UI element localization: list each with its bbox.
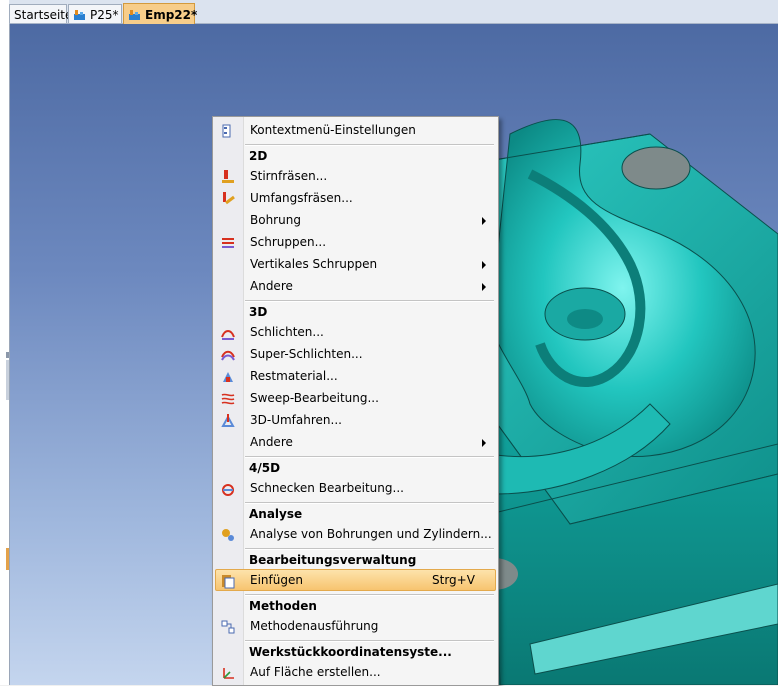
menu-item-label: Schruppen... bbox=[250, 235, 327, 249]
roughing-icon bbox=[220, 235, 236, 251]
menu-separator bbox=[245, 548, 494, 550]
menu-item-umfangsfraesen[interactable]: Umfangsfräsen... bbox=[215, 187, 496, 209]
menu-item-einfuegen[interactable]: Einfügen Strg+V bbox=[215, 569, 496, 591]
menu-item-label: Stirnfräsen... bbox=[250, 169, 328, 183]
menu-item-auf-flaeche-erstellen[interactable]: Auf Fläche erstellen... bbox=[215, 661, 496, 683]
menu-section-methoden: Methoden bbox=[249, 599, 317, 613]
super-finishing-icon bbox=[220, 347, 236, 363]
tab-startseite[interactable]: Startseite bbox=[9, 4, 72, 23]
menu-item-label: Sweep-Bearbeitung... bbox=[250, 391, 379, 405]
menu-item-label: 3D-Umfahren... bbox=[250, 413, 342, 427]
document-tab-bar: Startseite P25* Emp22* bbox=[9, 0, 778, 24]
menu-item-schnecken-bearbeitung[interactable]: Schnecken Bearbeitung... bbox=[215, 477, 496, 499]
menu-item-shortcut: Strg+V bbox=[432, 573, 475, 587]
contour-milling-icon bbox=[220, 191, 236, 207]
menu-item-label: Einfügen bbox=[250, 573, 303, 587]
submenu-arrow-icon bbox=[482, 217, 486, 225]
submenu-arrow-icon bbox=[482, 283, 486, 291]
menu-separator bbox=[245, 640, 494, 642]
menu-item-3d-umfahren[interactable]: 3D-Umfahren... bbox=[215, 409, 496, 431]
part-icon bbox=[73, 9, 87, 21]
menu-item-schruppen[interactable]: Schruppen... bbox=[215, 231, 496, 253]
panel-tab-mark[interactable] bbox=[6, 548, 9, 570]
sweep-icon bbox=[220, 391, 236, 407]
menu-section-werkstueckkoordinatensystem: Werkstückkoordinatensyste... bbox=[249, 645, 452, 659]
menu-item-label: Auf Fläche erstellen... bbox=[250, 665, 381, 679]
tab-p25[interactable]: P25* bbox=[68, 4, 122, 23]
menu-separator bbox=[245, 456, 494, 458]
menu-item-methodenausfuehrung[interactable]: Methodenausführung bbox=[215, 615, 496, 637]
menu-item-label: Bohrung bbox=[250, 213, 301, 227]
3d-contour-icon bbox=[220, 413, 236, 429]
part-icon bbox=[128, 9, 142, 21]
face-milling-icon bbox=[220, 169, 236, 185]
menu-item-label: Vertikales Schruppen bbox=[250, 257, 378, 271]
menu-item-restmaterial[interactable]: Restmaterial... bbox=[215, 365, 496, 387]
menu-item-andere-2d[interactable]: Andere bbox=[215, 275, 496, 297]
settings-checklist-icon bbox=[220, 123, 236, 139]
submenu-arrow-icon bbox=[482, 261, 486, 269]
menu-section-bearbeitungsverwaltung: Bearbeitungsverwaltung bbox=[249, 553, 417, 567]
menu-item-label: Kontextmenü-Einstellungen bbox=[250, 123, 416, 137]
menu-item-bohrung[interactable]: Bohrung bbox=[215, 209, 496, 231]
left-panel-strip bbox=[0, 0, 10, 685]
menu-item-schlichten[interactable]: Schlichten... bbox=[215, 321, 496, 343]
panel-splitter-mark[interactable] bbox=[6, 360, 9, 400]
menu-section-2d: 2D bbox=[249, 149, 268, 163]
menu-item-label: Analyse von Bohrungen und Zylindern... bbox=[250, 527, 492, 541]
menu-item-stirnfraesen[interactable]: Stirnfräsen... bbox=[215, 165, 496, 187]
finishing-icon bbox=[220, 325, 236, 341]
menu-item-label: Super-Schlichten... bbox=[250, 347, 363, 361]
menu-item-andere-3d[interactable]: Andere bbox=[215, 431, 496, 453]
menu-separator bbox=[245, 502, 494, 504]
menu-item-kontextmenu-einstellungen[interactable]: Kontextmenü-Einstellungen bbox=[215, 119, 496, 141]
menu-item-label: Restmaterial... bbox=[250, 369, 338, 383]
panel-splitter-mark[interactable] bbox=[6, 352, 9, 358]
menu-item-analyse-bohrungen[interactable]: Analyse von Bohrungen und Zylindern... bbox=[215, 523, 496, 545]
menu-item-label: Andere bbox=[250, 279, 293, 293]
menu-separator bbox=[245, 144, 494, 146]
menu-item-super-schlichten[interactable]: Super-Schlichten... bbox=[215, 343, 496, 365]
menu-section-analyse: Analyse bbox=[249, 507, 303, 521]
tab-label: Emp22* bbox=[145, 7, 198, 22]
context-menu: Kontextmenü-Einstellungen 2D Stirnfräsen… bbox=[212, 116, 499, 686]
menu-item-sweep-bearbeitung[interactable]: Sweep-Bearbeitung... bbox=[215, 387, 496, 409]
paste-icon bbox=[220, 573, 236, 589]
menu-separator bbox=[245, 594, 494, 596]
rest-material-icon bbox=[220, 369, 236, 385]
coordinate-system-icon bbox=[220, 665, 236, 681]
menu-section-45d: 4/5D bbox=[249, 461, 281, 475]
menu-item-label: Methodenausführung bbox=[250, 619, 379, 633]
menu-item-label: Andere bbox=[250, 435, 293, 449]
worm-machining-icon bbox=[220, 481, 236, 497]
menu-item-label: Schlichten... bbox=[250, 325, 324, 339]
menu-section-3d: 3D bbox=[249, 305, 268, 319]
tab-label: P25* bbox=[90, 7, 119, 22]
menu-item-vertikales-schruppen[interactable]: Vertikales Schruppen bbox=[215, 253, 496, 275]
hole-analysis-icon bbox=[220, 527, 236, 543]
menu-item-label: Schnecken Bearbeitung... bbox=[250, 481, 404, 495]
tab-emp22[interactable]: Emp22* bbox=[123, 3, 198, 24]
tab-label: Startseite bbox=[14, 7, 73, 22]
menu-separator bbox=[245, 300, 494, 302]
menu-item-label: Umfangsfräsen... bbox=[250, 191, 353, 205]
submenu-arrow-icon bbox=[482, 439, 486, 447]
method-run-icon bbox=[220, 619, 236, 635]
